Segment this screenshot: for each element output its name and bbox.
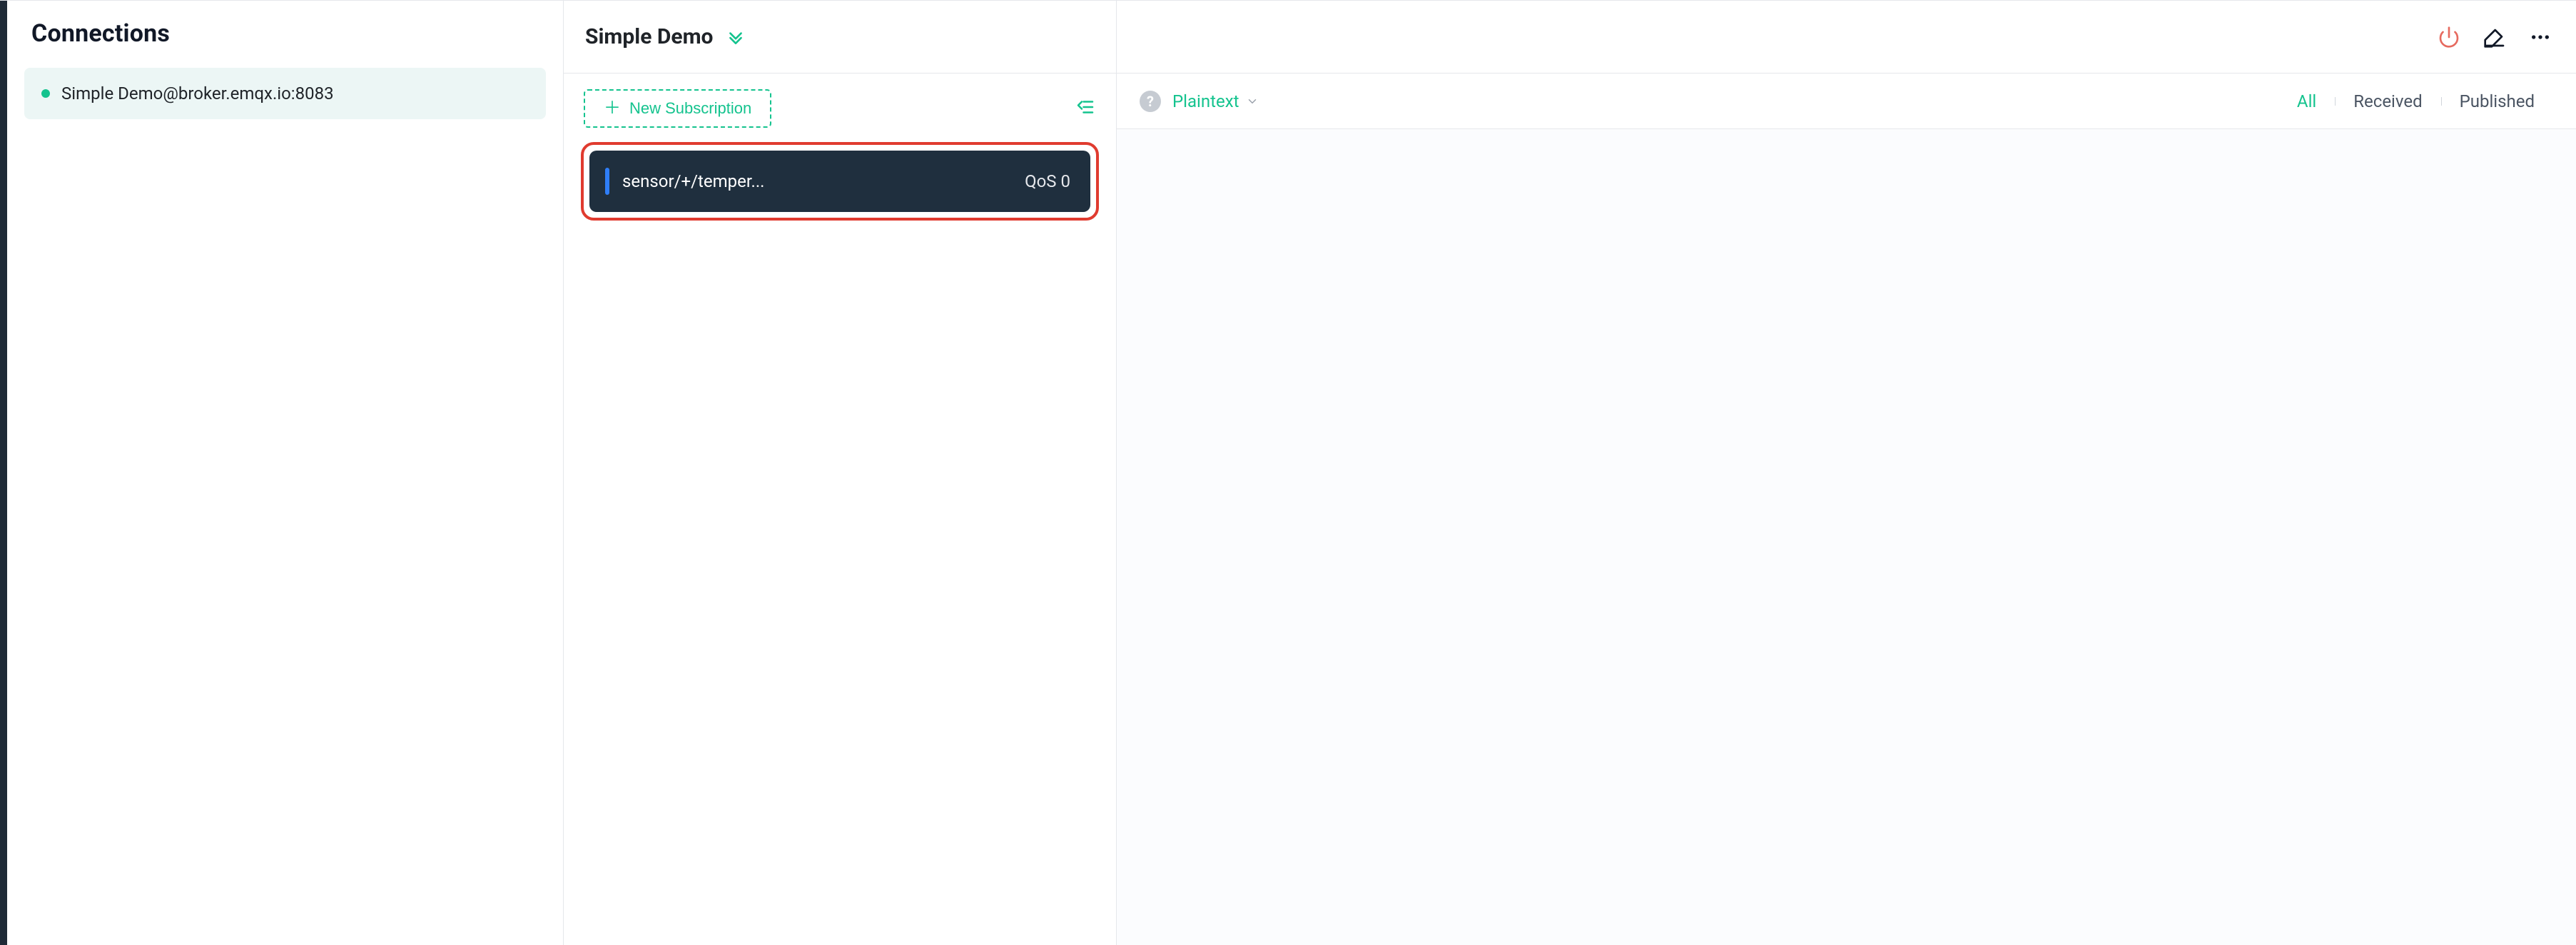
- edit-icon: [2483, 26, 2506, 49]
- connection-title: Simple Demo: [585, 24, 714, 49]
- subscriptions-panel: Simple Demo ＋ New Subscription: [564, 1, 1117, 945]
- topic-color-indicator: [605, 168, 609, 195]
- app-nav-strip: [0, 1, 7, 945]
- power-icon: [2438, 26, 2460, 49]
- subscription-item[interactable]: sensor/+/temper... QoS 0: [589, 151, 1090, 212]
- messages-panel: ? Plaintext All Received Published: [1117, 1, 2576, 945]
- connection-header: Simple Demo: [564, 1, 1116, 74]
- message-filter-tabs: All Received Published: [2278, 91, 2553, 111]
- status-online-icon: [41, 89, 50, 98]
- connection-item-label: Simple Demo@broker.emqx.io:8083: [61, 84, 334, 103]
- messages-header: [1117, 1, 2576, 74]
- connection-item[interactable]: Simple Demo@broker.emqx.io:8083: [24, 68, 546, 119]
- subscription-list: sensor/+/temper... QoS 0: [564, 139, 1116, 238]
- disconnect-button[interactable]: [2435, 23, 2463, 51]
- subscription-item-highlight: sensor/+/temper... QoS 0: [581, 142, 1099, 221]
- connections-list: Simple Demo@broker.emqx.io:8083: [7, 58, 563, 129]
- filter-tab-all[interactable]: All: [2278, 91, 2335, 111]
- more-options-button[interactable]: [2526, 23, 2555, 51]
- filter-tab-received[interactable]: Received: [2335, 91, 2440, 111]
- help-icon[interactable]: ?: [1140, 91, 1161, 112]
- more-icon: [2529, 26, 2552, 49]
- connections-header: Connections: [7, 1, 563, 58]
- plus-icon: ＋: [604, 100, 621, 117]
- connections-panel: Connections Simple Demo@broker.emqx.io:8…: [7, 1, 564, 945]
- subscription-qos: QoS 0: [1025, 171, 1070, 191]
- edit-connection-button[interactable]: [2480, 23, 2509, 51]
- filter-tab-published[interactable]: Published: [2441, 91, 2553, 111]
- message-filter-bar: ? Plaintext All Received Published: [1117, 74, 2576, 129]
- connections-title: Connections: [31, 19, 539, 48]
- payload-format-select[interactable]: Plaintext: [1172, 91, 1259, 111]
- new-subscription-label: New Subscription: [629, 99, 751, 118]
- payload-format-label: Plaintext: [1172, 91, 1239, 111]
- subscription-topic: sensor/+/temper...: [622, 171, 765, 191]
- chevron-down-icon: [1246, 95, 1259, 108]
- messages-body: [1117, 129, 2576, 945]
- subscriptions-toolbar: ＋ New Subscription: [564, 74, 1116, 139]
- new-subscription-button[interactable]: ＋ New Subscription: [584, 89, 771, 128]
- collapse-list-icon[interactable]: [1075, 96, 1096, 121]
- expand-connection-icon[interactable]: [726, 28, 745, 46]
